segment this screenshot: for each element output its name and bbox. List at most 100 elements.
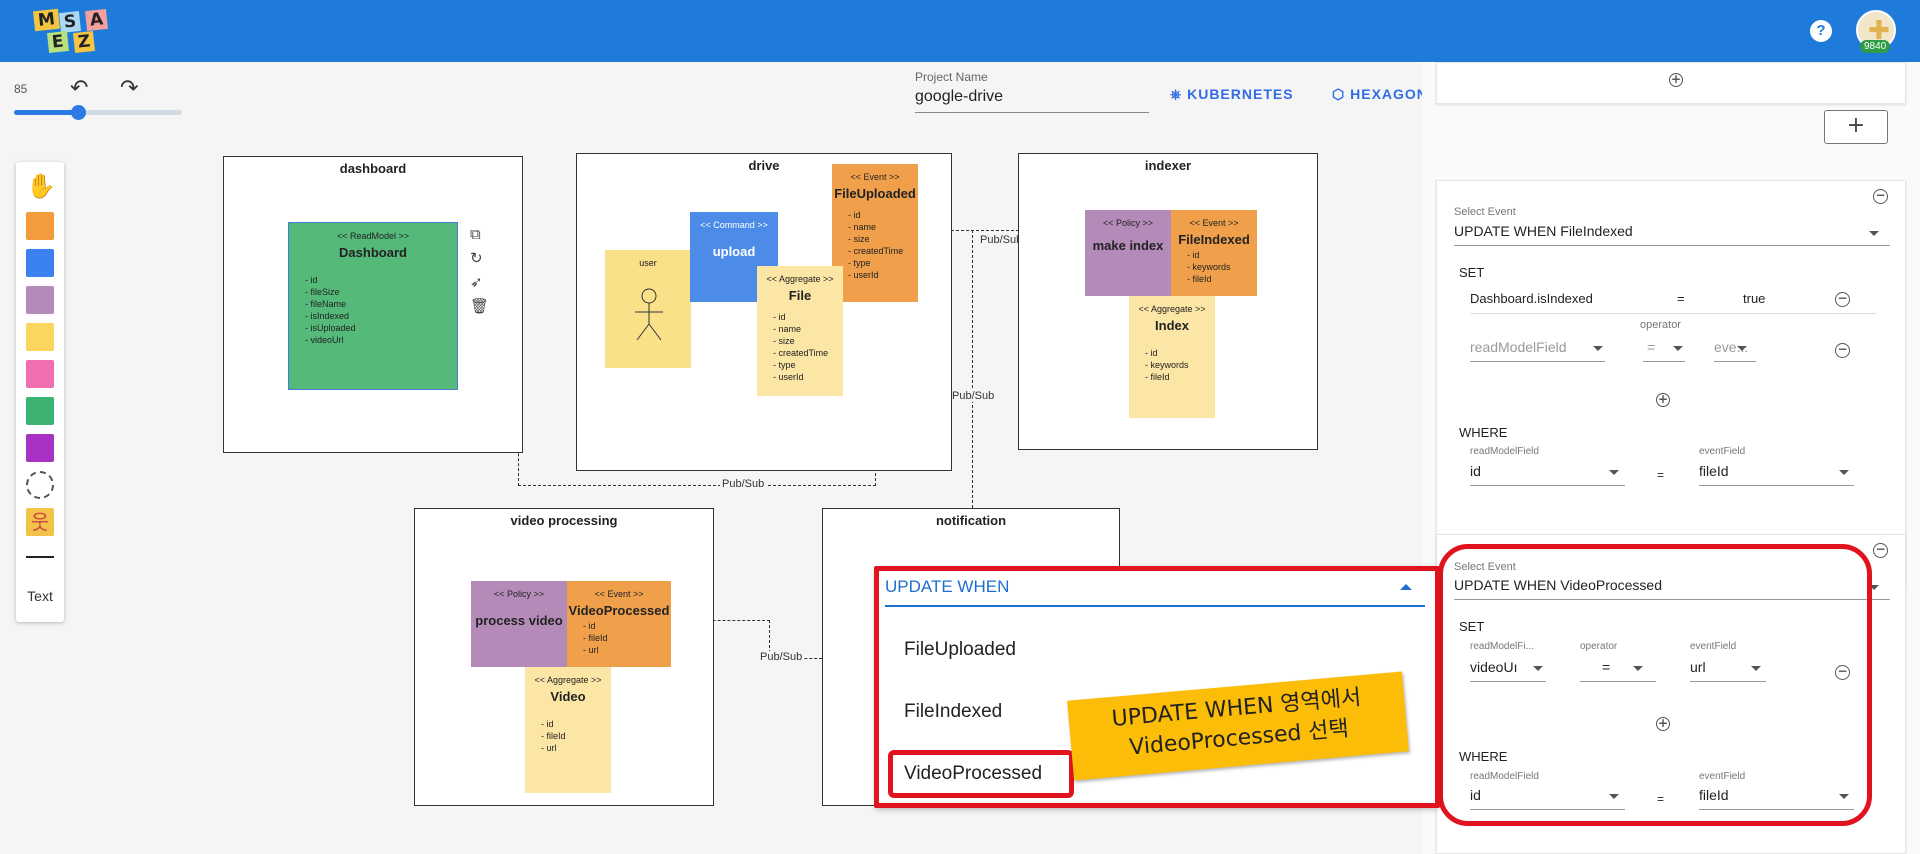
aggregate-index[interactable]: << Aggregate >> Index id keywords fileId	[1129, 296, 1215, 418]
msaez-logo[interactable]: M S A E Z	[33, 8, 130, 54]
aggregate-video[interactable]: << Aggregate >> Video id fileId url	[525, 667, 611, 793]
kubernetes-icon: ⎈	[1170, 86, 1183, 102]
rotate-icon[interactable]: ↻	[470, 249, 483, 267]
sticker-name: process video	[475, 613, 563, 628]
select-underline	[1454, 245, 1890, 246]
chevron-down-icon[interactable]	[1869, 231, 1879, 236]
event-fileindexed[interactable]: << Event >> FileIndexed id keywords file…	[1171, 210, 1257, 296]
zoom-slider-knob[interactable]	[70, 105, 86, 120]
sticker-palette: ✋ 웃 Text	[16, 162, 64, 622]
copy-icon[interactable]: ⧉	[470, 225, 481, 243]
field-item: id	[583, 620, 671, 632]
policy-make-index[interactable]: << Policy >> make index	[1085, 210, 1171, 296]
remove-circle-icon[interactable]: −	[1835, 343, 1850, 358]
aggregate-file[interactable]: << Aggregate >> File id name size create…	[757, 266, 843, 396]
chevron-down-icon[interactable]	[1737, 346, 1747, 351]
palette-aggregate-sticker[interactable]	[26, 323, 54, 351]
redo-icon[interactable]: ↷	[120, 76, 138, 101]
field-item: type	[773, 359, 843, 371]
sticker-name: FileUploaded	[834, 186, 916, 201]
palette-event-sticker[interactable]	[26, 212, 54, 240]
field-item: size	[848, 233, 918, 245]
logo-letter-e: E	[47, 31, 69, 53]
field-item: id	[541, 718, 611, 730]
chevron-down-icon[interactable]	[1609, 470, 1619, 475]
where-event-select[interactable]: fileId	[1699, 463, 1729, 479]
text-tool[interactable]: Text	[16, 588, 64, 604]
actor-user[interactable]: user	[605, 250, 691, 368]
line-icon[interactable]	[26, 556, 54, 558]
field-item: id	[1145, 347, 1215, 359]
palette-policy-sticker[interactable]	[26, 286, 54, 314]
palette-readmodel-sticker[interactable]	[26, 397, 54, 425]
add-event-button[interactable]: +	[1824, 110, 1888, 144]
bounded-context-title: video processing	[510, 513, 618, 528]
palette-external-sticker[interactable]	[26, 360, 54, 388]
delete-icon[interactable]: 🗑	[470, 297, 489, 315]
bounded-context-video-processing[interactable]: video processing << Policy >> process vi…	[414, 508, 714, 806]
add-circle-icon[interactable]: +	[1669, 73, 1683, 87]
bounded-context-indexer[interactable]: indexer << Policy >> make index << Event…	[1018, 153, 1318, 450]
set-value: true	[1743, 291, 1766, 306]
field-item: fileId	[1187, 273, 1257, 285]
hexagonal-button[interactable]: ⬡ HEXAGONAL	[1332, 86, 1422, 103]
zoom-slider[interactable]	[14, 105, 182, 120]
chevron-down-icon[interactable]	[1673, 346, 1683, 351]
bounded-context-drive[interactable]: drive user << Command >> upload << Event…	[576, 153, 952, 471]
sticker-stereotype: << Command >>	[700, 220, 768, 230]
bounded-context-dashboard[interactable]: dashboard << ReadModel >> Dashboard id f…	[223, 156, 523, 453]
field-item: type	[848, 257, 918, 269]
actor-icon[interactable]: 웃	[26, 508, 54, 536]
palette-ui-sticker[interactable]	[26, 434, 54, 462]
field-list: id name size createdTime type userId	[848, 209, 918, 281]
highlight-videoprocessed-option	[888, 750, 1074, 798]
remove-circle-icon[interactable]: −	[1873, 189, 1888, 204]
sticker-stereotype: << Aggregate >>	[1138, 304, 1206, 314]
remove-circle-icon[interactable]: −	[1873, 543, 1888, 558]
link-icon[interactable]: ➶	[470, 273, 483, 291]
event-fileuploaded[interactable]: << Event >> FileUploaded id name size cr…	[832, 164, 918, 302]
field-item: id	[1187, 249, 1257, 261]
set-label: SET	[1459, 265, 1485, 280]
project-name-label: Project Name	[915, 70, 988, 84]
field-item: name	[773, 323, 843, 335]
kubernetes-button[interactable]: ⎈ KUBERNETES	[1170, 86, 1294, 103]
event-videoprocessed[interactable]: << Event >> VideoProcessed id fileId url	[567, 581, 671, 667]
field-item: id	[848, 209, 918, 221]
pubsub-label: Pub/Sub	[950, 390, 997, 402]
sticker-stereotype: << ReadModel >>	[336, 231, 410, 241]
field-list: id name size createdTime type userId	[773, 311, 843, 383]
set-field: Dashboard.isIndexed	[1470, 291, 1593, 306]
field-list: id keywords fileId	[1145, 347, 1215, 383]
field-item: id	[305, 274, 457, 286]
where-readmodel-select[interactable]: id	[1470, 463, 1481, 479]
field-item: id	[773, 311, 843, 323]
update-card-fileindexed: − Select Event UPDATE WHEN FileIndexed S…	[1436, 180, 1906, 586]
remove-circle-icon[interactable]: −	[1835, 292, 1850, 307]
select-event-value[interactable]: UPDATE WHEN FileIndexed	[1454, 223, 1633, 239]
field-item: userId	[848, 269, 918, 281]
undo-icon[interactable]: ↶	[70, 76, 88, 101]
bounded-context-title: indexer	[1144, 158, 1192, 173]
select-underline	[1470, 485, 1625, 486]
field-item: videoUrl	[305, 334, 457, 346]
help-icon[interactable]: ?	[1810, 20, 1832, 42]
chevron-down-icon[interactable]	[1839, 470, 1849, 475]
palette-command-sticker[interactable]	[26, 249, 54, 277]
field-item: fileName	[305, 298, 457, 310]
chevron-down-icon[interactable]	[1593, 346, 1603, 351]
add-circle-icon[interactable]: +	[1656, 393, 1670, 407]
field-item: fileSize	[305, 286, 457, 298]
readmodel-dashboard[interactable]: << ReadModel >> Dashboard id fileSize fi…	[288, 222, 458, 390]
where-eq: =	[1657, 468, 1665, 482]
policy-process-video[interactable]: << Policy >> process video	[471, 581, 567, 667]
operator-select[interactable]: =	[1647, 339, 1655, 355]
hand-icon[interactable]: ✋	[26, 172, 56, 200]
previous-card: +	[1436, 62, 1906, 104]
project-name-input[interactable]: google-drive	[915, 88, 1149, 113]
boundary-icon[interactable]	[26, 471, 54, 499]
kubernetes-label: KUBERNETES	[1187, 86, 1294, 102]
field-item: keywords	[1145, 359, 1215, 371]
sticker-stereotype: << Policy >>	[1102, 218, 1154, 228]
readmodel-field-select[interactable]: readModelField	[1470, 339, 1567, 355]
